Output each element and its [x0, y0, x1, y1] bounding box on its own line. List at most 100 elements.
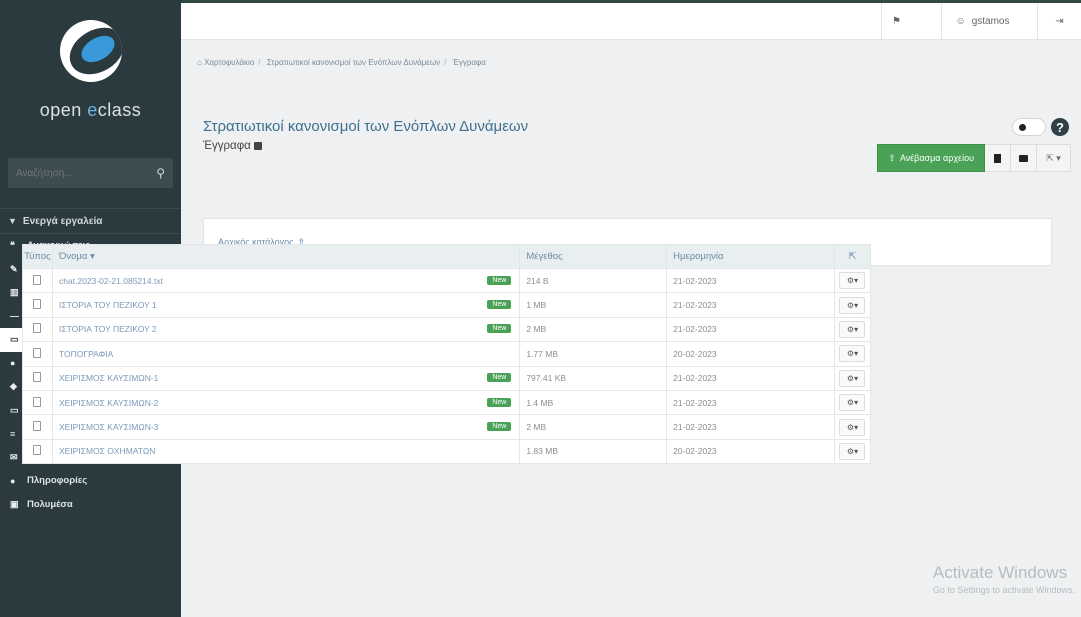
file-link[interactable]: ΤΟΠΟΓΡΑΦΙΑ — [59, 349, 113, 359]
info-icon: ● — [10, 475, 16, 486]
watermark-line-1: Activate Windows — [932, 563, 1068, 582]
actions-cell: ⚙▾ — [833, 267, 872, 294]
file-link[interactable]: ΧΕΙΡΙΣΜΟΣ ΚΑΥΣΙΜΩΝ-1 — [59, 373, 158, 383]
actions-cell: ⚙▾ — [833, 341, 872, 367]
help-icon[interactable]: ? — [1051, 118, 1069, 136]
share-icon: ⇱ ▾ — [1046, 152, 1061, 163]
page-title[interactable]: Στρατιωτικοί κανονισμοί των Ενόπλων Δυνά… — [203, 118, 528, 135]
document-icon — [33, 274, 42, 285]
logo-text: open eclass — [39, 100, 142, 120]
username: gstamos — [971, 16, 1010, 27]
section-label: Ενεργά εργαλεία — [22, 215, 103, 227]
size-cell: 2 MB — [519, 414, 668, 440]
search-icon[interactable]: ⚲ — [156, 166, 165, 180]
row-actions-button[interactable]: ⚙▾ — [839, 320, 866, 338]
date-cell: 21-02-2023 — [666, 292, 835, 318]
file-link[interactable]: ΧΕΙΡΙΣΜΟΣ ΚΑΥΣΙΜΩΝ-3 — [59, 422, 158, 432]
home-button[interactable]: ⚑ — [881, 3, 911, 40]
date-cell: 21-02-2023 — [666, 267, 835, 294]
date-cell: 20-02-2023 — [666, 438, 835, 465]
row-actions-button[interactable]: ⚙▾ — [839, 418, 866, 436]
actions-cell: ⚙▾ — [833, 438, 872, 465]
new-badge: New — [487, 373, 512, 383]
document-icon — [33, 347, 42, 358]
user-icon: ☺ — [955, 16, 966, 27]
breadcrumb-item-documents: Έγγραφα — [452, 58, 486, 67]
media-icon: ▣ — [10, 498, 19, 509]
document-icon — [33, 372, 42, 383]
type-cell — [22, 414, 53, 440]
sidebar-item[interactable]: ● Πληροφορίες — [0, 469, 181, 493]
new-file-button[interactable] — [985, 144, 1011, 172]
document-icon — [33, 445, 42, 456]
view-toggle[interactable] — [1012, 118, 1046, 136]
logo[interactable]: open eclass — [0, 0, 181, 140]
table-row: ΧΕΙΡΙΣΜΟΣ ΚΑΥΣΙΜΩΝ-3 New 2 MB 21-02-2023 ⚙▾ — [22, 414, 872, 440]
sidebar-item[interactable]: ▣ Πολυμέσα — [0, 493, 181, 517]
row-actions-button[interactable]: ⚙▾ — [839, 296, 866, 314]
column-header-date[interactable]: Ημερομηνία — [666, 244, 835, 269]
file-link[interactable]: ΧΕΙΡΙΣΜΟΣ ΟΧΗΜΑΤΩΝ — [59, 446, 155, 456]
breadcrumb-item-course[interactable]: Στρατιωτικοί κανονισμοί των Ενόπλων Δυνά… — [267, 58, 440, 67]
table-row: ΧΕΙΡΙΣΜΟΣ ΚΑΥΣΙΜΩΝ-1 New 797.41 KB 21-02-20… — [22, 365, 872, 391]
type-cell — [22, 267, 53, 294]
file-link[interactable]: ΙΣΤΟΡΙΑ ΤΟΥ ΠΕΖΙΚΟΥ 2 — [59, 324, 157, 334]
row-actions-button[interactable]: ⚙▾ — [839, 442, 866, 460]
new-badge: New — [487, 275, 512, 285]
upload-icon: ⇧ — [888, 152, 896, 163]
actions-cell: ⚙▾ — [833, 316, 872, 343]
row-actions-button[interactable]: ⚙▾ — [839, 272, 866, 290]
logout-button[interactable]: ⇥ — [1037, 3, 1081, 40]
row-actions-button[interactable]: ⚙▾ — [839, 345, 866, 363]
row-actions-button[interactable]: ⚙▾ — [839, 369, 866, 387]
upload-file-button[interactable]: ⇧ Ανέβασμα αρχείου — [877, 144, 985, 172]
table-row: ΙΣΤΟΡΙΑ ΤΟΥ ΠΕΖΙΚΟΥ 1 New 1 MB 21-02-2023 ⚙▾ — [22, 292, 872, 318]
actions-cell: ⚙▾ — [833, 389, 872, 416]
actions-cell: ⚙▾ — [833, 414, 872, 440]
breadcrumb-item-portfolio[interactable]: Χαρτοφυλάκιο — [204, 58, 254, 67]
chevron-down-icon: ▼ — [8, 216, 17, 226]
table-row: chat.2023-02-21.085214.txt New 214 B 21-02-… — [22, 267, 872, 294]
more-actions-button[interactable]: ⇱ ▾ — [1037, 144, 1071, 172]
new-folder-button[interactable] — [1011, 144, 1037, 172]
action-bar: ⇧ Ανέβασμα αρχείου ⇱ ▾ — [877, 144, 1071, 172]
file-link[interactable]: ΙΣΤΟΡΙΑ ΤΟΥ ΠΕΖΙΚΟΥ 1 — [59, 300, 157, 310]
files-table: Τύπος Όνομα ▾ Μέγεθος Ημερομηνία ⇱ chat.… — [22, 244, 872, 465]
document-icon — [33, 323, 42, 334]
subtitle-text: Έγγραφα — [203, 140, 251, 152]
sidebar-search: ⚲ — [8, 158, 173, 188]
sidebar-section-active-tools[interactable]: ▼ Ενεργά εργαλεία — [0, 208, 181, 234]
name-cell: ΙΣΤΟΡΙΑ ΤΟΥ ΠΕΖΙΚΟΥ 1 New — [51, 292, 521, 318]
row-actions-button[interactable]: ⚙▾ — [839, 394, 866, 412]
document-icon — [253, 142, 262, 150]
date-cell: 21-02-2023 — [666, 389, 835, 416]
actions-cell: ⚙▾ — [833, 292, 872, 318]
new-badge: New — [487, 422, 512, 432]
size-cell: 1.4 MB — [519, 389, 668, 416]
column-header-type[interactable]: Τύπος — [22, 244, 53, 269]
type-cell — [22, 438, 53, 465]
size-cell: 1.83 MB — [519, 438, 668, 465]
type-cell — [22, 341, 53, 367]
home-icon: ⌂ — [197, 58, 202, 67]
type-cell — [22, 365, 53, 391]
file-icon — [994, 153, 1001, 163]
document-icon — [33, 421, 42, 432]
eclass-logo-icon — [59, 20, 122, 82]
file-link[interactable]: chat.2023-02-21.085214.txt — [59, 276, 163, 286]
breadcrumb: ⌂ Χαρτοφυλάκιο / Στρατιωτικοί κανονισμοί … — [197, 58, 486, 67]
name-cell: ΙΣΤΟΡΙΑ ΤΟΥ ΠΕΖΙΚΟΥ 2 New — [51, 316, 521, 343]
files-table-body: chat.2023-02-21.085214.txt New 214 B 21-02-… — [22, 267, 872, 465]
name-cell: ΧΕΙΡΙΣΜΟΣ ΟΧΗΜΑΤΩΝ — [51, 438, 521, 465]
name-cell: ΧΕΙΡΙΣΜΟΣ ΚΑΥΣΙΜΩΝ-2 New — [51, 389, 521, 416]
size-cell: 1 MB — [519, 292, 668, 318]
user-menu[interactable]: ☺ gstamos — [941, 3, 1023, 40]
table-row: ΧΕΙΡΙΣΜΟΣ ΟΧΗΜΑΤΩΝ 1.83 MB 20-02-2023 ⚙▾ — [22, 438, 872, 465]
search-input[interactable] — [16, 167, 126, 179]
actions-cell: ⚙▾ — [833, 365, 872, 391]
file-link[interactable]: ΧΕΙΡΙΣΜΟΣ ΚΑΥΣΙΜΩΝ-2 — [59, 398, 158, 408]
column-header-size[interactable]: Μέγεθος — [519, 244, 668, 269]
size-cell: 797.41 KB — [519, 365, 668, 391]
date-cell: 21-02-2023 — [666, 316, 835, 343]
column-header-name[interactable]: Όνομα ▾ — [51, 244, 521, 269]
